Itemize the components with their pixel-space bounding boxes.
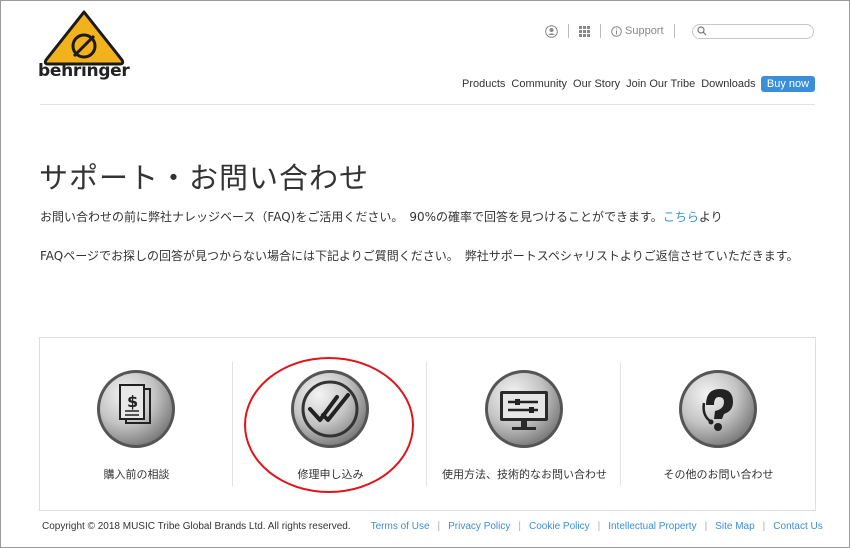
footer-link-terms[interactable]: Terms of Use <box>371 521 430 532</box>
search-input[interactable] <box>692 24 814 39</box>
monitor-tools-icon <box>485 370 563 448</box>
header-divider <box>40 104 815 105</box>
grid-apps-icon[interactable] <box>579 25 590 37</box>
nav-item-downloads[interactable]: Downloads <box>701 78 755 90</box>
highlight-circle <box>244 357 414 493</box>
intro-text-after: より <box>698 210 723 224</box>
card-label: 使用方法、技術的なお問い合わせ <box>442 468 607 481</box>
logo-wordmark[interactable]: behringer <box>38 61 130 81</box>
nav-item-community[interactable]: Community <box>511 78 567 90</box>
buy-now-button[interactable]: Buy now <box>761 76 815 92</box>
card-divider <box>426 362 427 486</box>
card-divider <box>232 362 233 486</box>
question-headset-icon <box>679 370 757 448</box>
utility-separator <box>600 24 601 38</box>
price-document-icon: $ <box>97 370 175 448</box>
nav-item-join-our-tribe[interactable]: Join Our Tribe <box>626 78 695 90</box>
utility-separator <box>673 24 675 38</box>
support-options-panel: $ 購入前の相談 修理申し込み 使用方法、技術的なお問い合わせ その他のお問い合… <box>39 337 816 511</box>
nav-item-products[interactable]: Products <box>462 78 505 90</box>
footer-link-contact[interactable]: Contact Us <box>773 521 822 532</box>
footer-link-cookie[interactable]: Cookie Policy <box>529 521 590 532</box>
footer-separator: | <box>437 521 441 532</box>
page-title: サポート・お問い合わせ <box>39 161 370 195</box>
svg-text:$: $ <box>127 392 138 411</box>
card-divider <box>620 362 621 486</box>
footer-link-privacy[interactable]: Privacy Policy <box>448 521 510 532</box>
utility-bar: Support <box>545 22 685 40</box>
footer-link-sitemap[interactable]: Site Map <box>715 521 754 532</box>
card-pre-purchase[interactable]: $ 購入前の相談 <box>40 338 233 510</box>
intro-text: お問い合わせの前に弊社ナレッジベース（FAQ)をご活用ください。 90%の確率で… <box>40 208 723 225</box>
info-icon <box>611 25 622 37</box>
footer: Copyright © 2018 MUSIC Tribe Global Bran… <box>42 521 823 532</box>
card-label: 購入前の相談 <box>103 468 170 481</box>
footer-separator: | <box>762 521 766 532</box>
utility-separator <box>568 24 569 38</box>
nav-item-our-story[interactable]: Our Story <box>573 78 620 90</box>
main-nav: Products Community Our Story Join Our Tr… <box>462 78 756 90</box>
copyright: Copyright © 2018 MUSIC Tribe Global Bran… <box>42 521 351 532</box>
notice-text: FAQページでお探しの回答が見つからない場合には下記よりご質問ください。 弊社サ… <box>40 249 799 263</box>
footer-links: Terms of Use | Privacy Policy | Cookie P… <box>371 521 823 532</box>
support-link[interactable]: Support <box>611 25 664 37</box>
footer-separator: | <box>704 521 708 532</box>
card-other-inquiry[interactable]: その他のお問い合わせ <box>622 338 815 510</box>
support-label: Support <box>625 25 664 37</box>
intro-text-before: お問い合わせの前に弊社ナレッジベース（FAQ)をご活用ください。 90%の確率で… <box>40 210 663 224</box>
card-label: その他のお問い合わせ <box>663 468 774 481</box>
footer-separator: | <box>597 521 601 532</box>
search-icon <box>697 26 707 36</box>
card-technical-inquiry[interactable]: 使用方法、技術的なお問い合わせ <box>428 338 621 510</box>
footer-link-ip[interactable]: Intellectual Property <box>608 521 696 532</box>
footer-separator: | <box>518 521 521 532</box>
user-icon[interactable] <box>545 24 558 38</box>
faq-link[interactable]: こちら <box>663 210 699 224</box>
